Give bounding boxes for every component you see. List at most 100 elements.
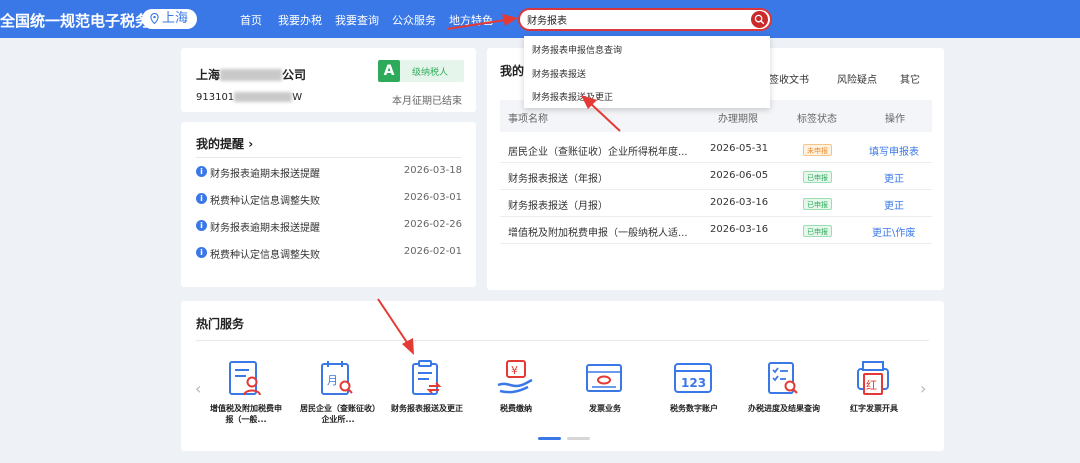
service-vat-declaration[interactable]: 增值税及附加税费申报（一般... [207, 359, 285, 429]
item-deadline: 2026-03-16 [710, 224, 769, 235]
service-label: 增值税及附加税费申报（一般... [210, 404, 282, 424]
info-icon: i [196, 247, 207, 258]
service-invoice[interactable]: 发票业务 [566, 359, 644, 429]
company-info-card: 上海 公司 A 级纳税人 913101 W 本月征期已结束 [181, 48, 476, 112]
todo-title: 我的 [500, 64, 525, 78]
tab-other[interactable]: 其它 [900, 71, 920, 86]
red-invoice-icon: 红 [857, 361, 889, 395]
column-header: 办理期限 [718, 114, 758, 125]
info-icon: i [196, 193, 207, 204]
reminder-item[interactable]: i 税费种认定信息调整失败 2026-03-01 [196, 192, 462, 207]
reminder-text: 财务报表逾期未报送提醒 [210, 169, 320, 180]
divider [196, 157, 461, 158]
hot-services-card: 热门服务 ‹ › 增值税及附加税费申报（一般... 月 居民企业（查账征收）企业… [181, 301, 944, 451]
info-icon: i [196, 220, 207, 231]
location-pin-icon [150, 12, 159, 25]
status-badge: 已申报 [803, 225, 832, 237]
search-button[interactable] [751, 11, 768, 28]
fill-declaration-link[interactable]: 填写申报表 [869, 143, 919, 158]
reminder-date: 2026-02-01 [403, 246, 462, 257]
service-financial-report[interactable]: 财务报表报送及更正 [388, 359, 466, 429]
item-deadline: 2026-03-16 [710, 197, 769, 208]
masked-text [234, 92, 293, 102]
nav-public-service[interactable]: 公众服务 [392, 12, 436, 28]
city-name: 上海 [162, 11, 189, 26]
hand-coin-icon: ¥ [497, 360, 533, 394]
top-navigation-bar: 全国统一规范电子税务局 上海 首页 我要办税 我要查询 公众服务 地方特色 [0, 0, 1080, 38]
reminder-item[interactable]: i 税费种认定信息调整失败 2026-02-01 [196, 246, 462, 261]
reminder-text: 税费种认定信息调整失败 [210, 250, 320, 261]
carousel-dot[interactable] [567, 437, 590, 440]
carousel-dot-active[interactable] [538, 437, 561, 440]
nav-query[interactable]: 我要查询 [335, 12, 379, 28]
item-name: 财务报表报送（月报） [508, 201, 608, 212]
reminder-item[interactable]: i 财务报表逾期未报送提醒 2026-03-18 [196, 165, 462, 180]
correct-void-link[interactable]: 更正\作废 [872, 224, 915, 239]
status-badge: 已申报 [803, 198, 832, 210]
tax-id-suffix: W [292, 92, 303, 103]
table-row: 增值税及附加税费申报（一般纳税人适... 2026-03-16 已申报 更正\作… [500, 217, 932, 244]
city-selector[interactable]: 上海 [142, 9, 198, 29]
carousel-prev-icon[interactable]: ‹ [195, 379, 201, 398]
svg-text:月: 月 [327, 374, 338, 387]
credit-grade-badge: A 级纳税人 [378, 60, 464, 82]
table-row: 财务报表报送（年报） 2026-06-05 已申报 更正 [500, 163, 932, 190]
item-deadline: 2026-06-05 [710, 170, 769, 181]
clipboard-exchange-icon [412, 360, 442, 395]
service-label: 税费缴纳 [500, 404, 532, 413]
progress-search-icon [768, 362, 798, 394]
info-icon: i [196, 166, 207, 177]
service-label: 居民企业（查账征收）企业所... [300, 404, 376, 424]
tab-risk-points[interactable]: 风险疑点 [837, 71, 877, 86]
company-name: 上海 公司 [196, 66, 306, 83]
svg-text:¥: ¥ [511, 364, 518, 377]
item-name: 增值税及附加税费申报（一般纳税人适... [508, 228, 688, 239]
nav-handle-tax[interactable]: 我要办税 [278, 12, 322, 28]
table-row: 财务报表报送（月报） 2026-03-16 已申报 更正 [500, 190, 932, 217]
correct-link[interactable]: 更正 [884, 197, 904, 212]
credit-grade-letter: A [378, 60, 400, 82]
status-badge: 未申报 [803, 144, 832, 156]
column-header: 标签状态 [797, 114, 837, 125]
tax-id-prefix: 913101 [196, 92, 235, 103]
svg-text:红: 红 [866, 379, 877, 392]
nav-home[interactable]: 首页 [240, 12, 262, 28]
calendar-month-search-icon: 月 [321, 361, 353, 395]
reminders-title-text: 我的提醒 [196, 137, 245, 151]
svg-text:123: 123 [681, 376, 706, 390]
suggestion-item[interactable]: 财务报表申报信息查询 [532, 43, 622, 56]
carousel-next-icon[interactable]: › [920, 379, 926, 398]
search-suggestions-dropdown: 财务报表申报信息查询 财务报表报送 财务报表报送及更正 [524, 36, 770, 108]
status-badge: 已申报 [803, 171, 832, 183]
service-corporate-income-tax[interactable]: 月 居民企业（查账征收）企业所... [299, 359, 377, 429]
service-label: 税务数字账户 [670, 404, 718, 413]
service-digital-account[interactable]: 123 税务数字账户 [655, 359, 733, 429]
service-label: 发票业务 [589, 404, 621, 413]
service-progress-query[interactable]: 办税进度及结果查询 [745, 359, 823, 429]
search-icon [754, 14, 765, 25]
reminder-item[interactable]: i 财务报表逾期未报送提醒 2026-02-26 [196, 219, 462, 234]
masked-text [220, 69, 283, 81]
site-brand-title[interactable]: 全国统一规范电子税务局 [0, 10, 165, 31]
correct-link[interactable]: 更正 [884, 170, 904, 185]
item-name: 居民企业（查账征收）企业所得税年度... [508, 147, 688, 158]
suggestion-item[interactable]: 财务报表报送及更正 [532, 90, 613, 103]
suggestion-item[interactable]: 财务报表报送 [532, 67, 586, 80]
chevron-right-icon: › [248, 137, 254, 151]
service-tax-payment[interactable]: ¥ 税费缴纳 [477, 359, 555, 429]
service-label: 办税进度及结果查询 [748, 404, 820, 413]
reminders-card: 我的提醒 › i 财务报表逾期未报送提醒 2026-03-18 i 税费种认定信… [181, 122, 476, 287]
item-name: 财务报表报送（年报） [508, 174, 608, 185]
search-input[interactable] [527, 12, 747, 27]
service-red-invoice[interactable]: 红 红字发票开具 [835, 359, 913, 429]
vat-declaration-icon [229, 361, 261, 396]
digital-account-icon: 123 [674, 363, 712, 393]
nav-local-feature[interactable]: 地方特色 [449, 12, 493, 28]
reminders-title[interactable]: 我的提醒 › [196, 135, 253, 152]
reminder-date: 2026-03-01 [403, 192, 462, 203]
hot-services-title: 热门服务 [196, 317, 245, 331]
service-label: 财务报表报送及更正 [391, 404, 463, 413]
item-deadline: 2026-05-31 [710, 143, 769, 154]
reminder-date: 2026-03-18 [403, 165, 462, 176]
tax-id: 913101 W [196, 92, 302, 103]
